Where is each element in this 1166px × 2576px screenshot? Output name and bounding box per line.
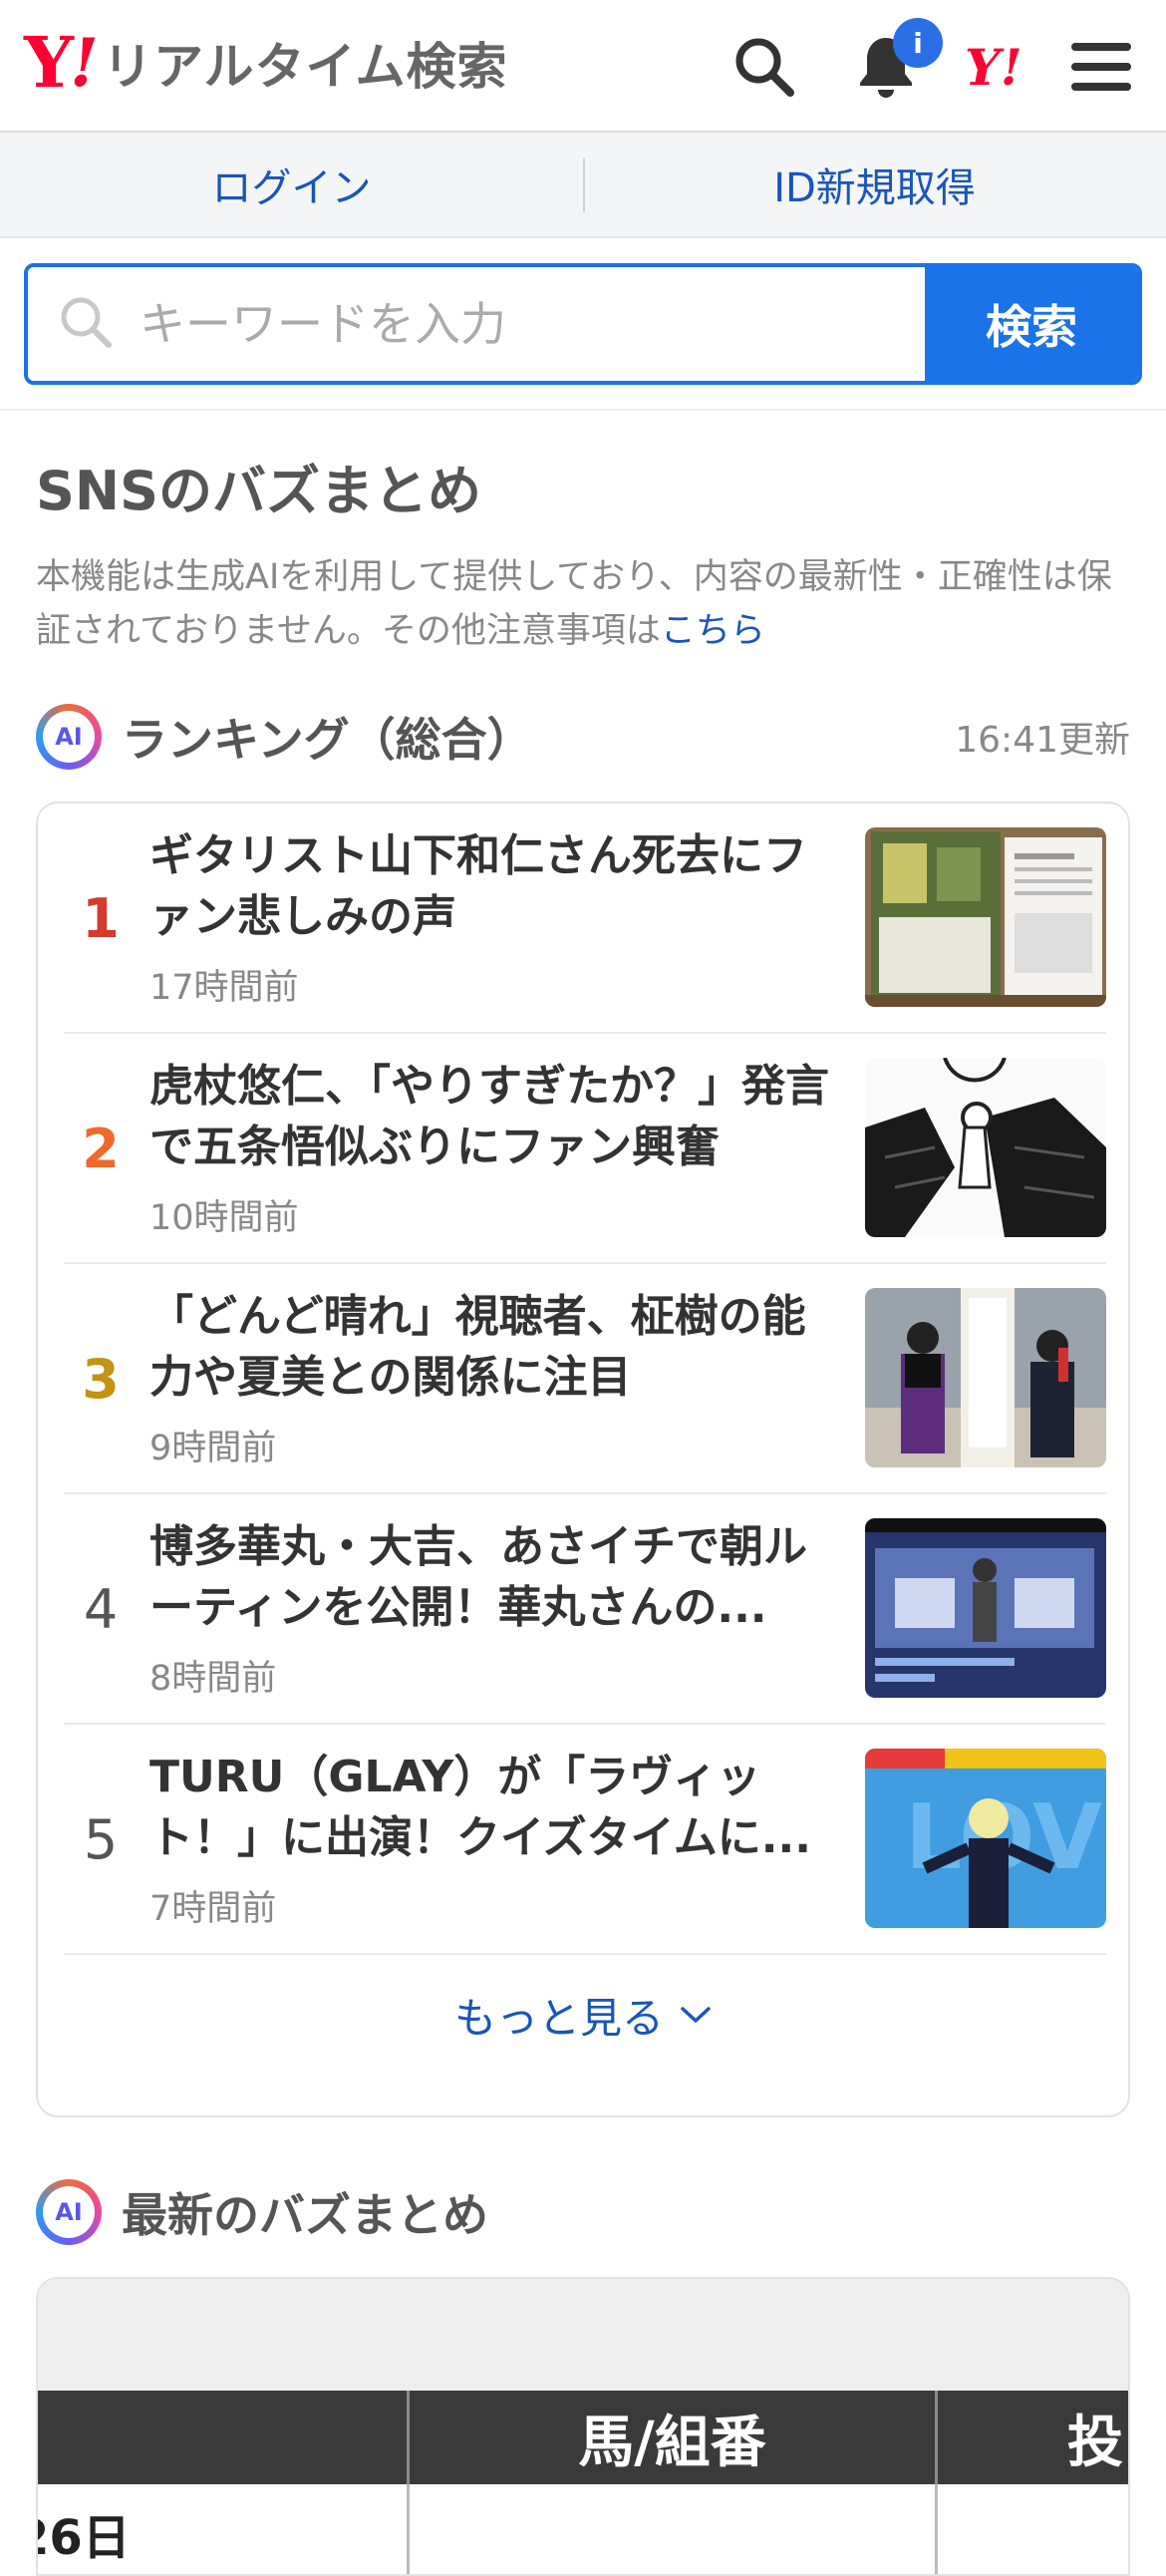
latest-title: 最新のバズまとめ — [122, 2188, 488, 2242]
ranking-updated-time: 16:41更新 — [955, 720, 1130, 761]
ranking-item-title[interactable]: ギタリスト山下和仁さん死去にファン悲しみの声 — [149, 825, 837, 947]
auth-bar: ログイン ID新規取得 — [0, 133, 1166, 238]
ranking-item-title[interactable]: TURU（GLAY）が「ラヴィット！」に出演！クイズタイムに... — [149, 1747, 837, 1868]
ranking-item-title[interactable]: 「どんど晴れ」視聴者、柾樹の能力や夏美との関係に注目 — [149, 1286, 837, 1408]
notice-link[interactable]: こちら — [661, 611, 765, 651]
app-header: Y ! リアルタイム検索 i Y! — [0, 0, 1166, 133]
ranking-item-time: 8時間前 — [149, 1659, 277, 1699]
menu-icon[interactable] — [1064, 30, 1138, 104]
notification-badge: i — [893, 18, 943, 68]
ranking-header: AI ランキング（総合） 16:41更新 — [36, 702, 1130, 772]
rank-number: 2 — [82, 1118, 120, 1180]
table-cell-text: 26日 — [38, 2510, 131, 2566]
ranking-item-thumbnail[interactable] — [865, 1518, 1106, 1698]
table-cell-divider — [935, 2484, 938, 2574]
ranking-card: 1 ギタリスト山下和仁さん死去にファン悲しみの声 17時間前 2 虎杖悠仁、「や… — [36, 802, 1130, 2117]
chevron-down-icon — [681, 2007, 711, 2023]
ranking-item-title[interactable]: 博多華丸・大吉、あさイチで朝ルーティンを公開！華丸さんの... — [149, 1516, 837, 1638]
ai-notice: 本機能は生成AIを利用して提供しており、内容の最新性・正確性は保証されておりませ… — [36, 550, 1132, 658]
search-icon[interactable] — [728, 30, 801, 104]
more-label: もっと見る — [453, 1993, 664, 2043]
site-logo[interactable]: Y ! リアルタイム検索 — [24, 28, 507, 98]
ranking-item[interactable]: 4 博多華丸・大吉、あさイチで朝ルーティンを公開！華丸さんの... 8時間前 — [64, 1494, 1106, 1725]
auth-divider — [583, 159, 585, 212]
more-button[interactable]: もっと見る — [38, 1970, 1128, 2060]
signup-link[interactable]: ID新規取得 — [583, 133, 1166, 236]
latest-card-image[interactable]: 馬/組番 投 26日 — [36, 2277, 1130, 2576]
rank-number: 1 — [82, 887, 120, 950]
ranking-item[interactable]: 5 TURU（GLAY）が「ラヴィット！」に出演！クイズタイムに... 7時間前… — [64, 1725, 1106, 1955]
search-input[interactable] — [140, 297, 837, 351]
ai-notice-text: 本機能は生成AIを利用して提供しており、内容の最新性・正確性は保証されておりませ… — [36, 557, 1112, 651]
table-header-cell: 投 — [935, 2391, 1128, 2484]
ranking-item-time: 9時間前 — [149, 1429, 277, 1468]
ranking-item-thumbnail[interactable] — [865, 827, 1106, 1007]
search-bar: 検索 — [24, 263, 1142, 385]
yahoo-top-icon[interactable]: Y! — [965, 38, 1022, 97]
ranking-item[interactable]: 1 ギタリスト山下和仁さん死去にファン悲しみの声 17時間前 — [64, 804, 1106, 1034]
ranking-item-title[interactable]: 虎杖悠仁、「やりすぎたか？」発言で五条悟似ぶりにファン興奮 — [149, 1056, 837, 1177]
ranking-item-time: 10時間前 — [149, 1198, 299, 1238]
ranking-item-thumbnail[interactable] — [865, 1058, 1106, 1237]
ranking-title: ランキング（総合） — [122, 713, 533, 767]
logo-bang: ! — [69, 24, 99, 102]
table-row — [38, 2484, 1128, 2574]
ranking-item[interactable]: 2 虎杖悠仁、「やりすぎたか？」発言で五条悟似ぶりにファン興奮 10時間前 — [64, 1034, 1106, 1264]
logo-text: リアルタイム検索 — [102, 38, 508, 96]
ranking-item[interactable]: 3 「どんど晴れ」視聴者、柾樹の能力や夏美との関係に注目 9時間前 — [64, 1264, 1106, 1494]
section-divider — [0, 409, 1166, 411]
section-title: SNSのバズまとめ — [36, 460, 481, 522]
login-link[interactable]: ログイン — [0, 133, 583, 236]
ranking-item-thumbnail[interactable]: LOV — [865, 1749, 1106, 1928]
search-field-icon — [58, 294, 114, 354]
rank-number: 5 — [83, 1808, 119, 1871]
table-header-cell: 馬/組番 — [407, 2391, 935, 2484]
ranking-item-time: 7時間前 — [149, 1889, 277, 1929]
ranking-item-thumbnail[interactable] — [865, 1288, 1106, 1467]
latest-header: AI 最新のバズまとめ — [36, 2177, 488, 2247]
search-field[interactable] — [28, 267, 925, 381]
ai-badge-text: AI — [43, 2186, 95, 2238]
image-top-band — [38, 2279, 1128, 2391]
rank-number: 3 — [82, 1348, 120, 1411]
logo-y: Y — [24, 21, 74, 104]
ai-icon: AI — [36, 2179, 102, 2245]
rank-number: 4 — [83, 1578, 119, 1641]
ranking-item-time: 17時間前 — [149, 968, 299, 1008]
table-cell-divider — [407, 2484, 410, 2574]
ai-badge-text: AI — [43, 711, 95, 763]
search-button[interactable]: 検索 — [925, 267, 1138, 381]
ai-icon: AI — [36, 704, 102, 770]
